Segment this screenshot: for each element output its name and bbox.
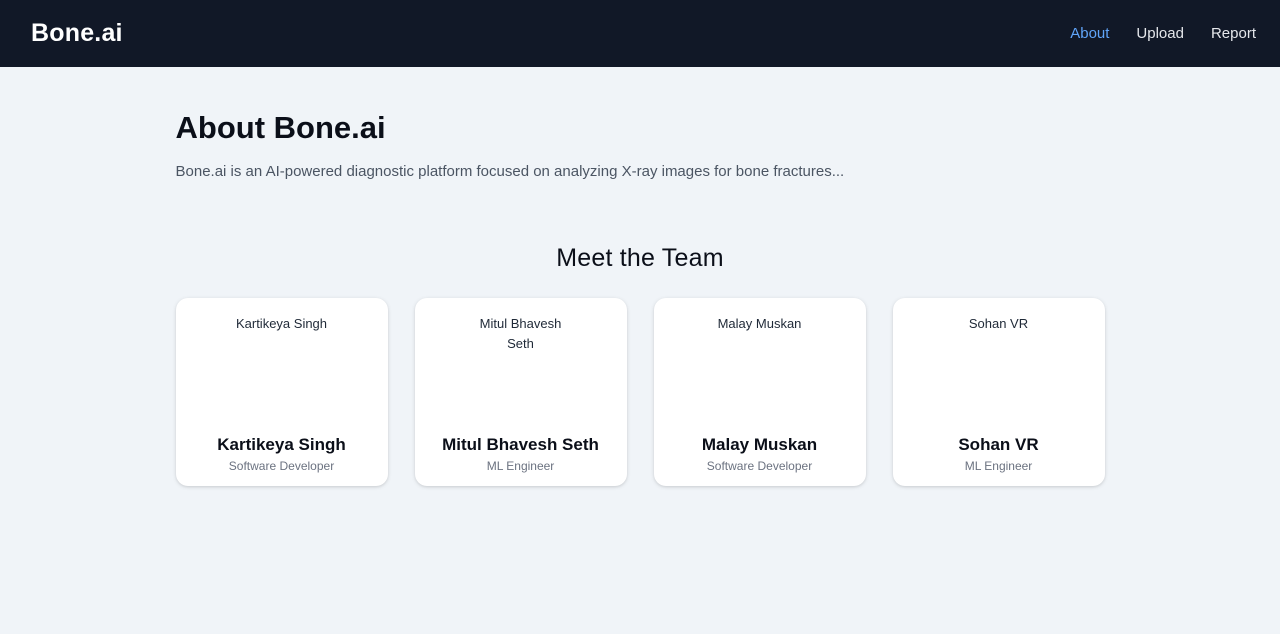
navbar: Bone.ai About Upload Report xyxy=(0,0,1280,67)
member-name: Sohan VR xyxy=(958,435,1039,455)
member-photo: Malay Muskan xyxy=(712,314,808,410)
member-photo-alt: Kartikeya Singh xyxy=(235,316,328,332)
member-name: Kartikeya Singh xyxy=(217,435,346,455)
team-member-card: Mitul Bhavesh Seth Mitul Bhavesh Seth ML… xyxy=(414,298,627,487)
brand-logo[interactable]: Bone.ai xyxy=(31,19,123,48)
main-content: About Bone.ai Bone.ai is an AI-powered d… xyxy=(175,67,1105,487)
nav-link-about[interactable]: About xyxy=(1070,25,1109,42)
member-photo-alt: Malay Muskan xyxy=(717,316,802,332)
team-member-card: Malay Muskan Malay Muskan Software Devel… xyxy=(653,298,866,487)
member-role: ML Engineer xyxy=(486,459,555,474)
page-title: About Bone.ai xyxy=(175,110,386,145)
member-photo: Sohan VR xyxy=(951,314,1047,410)
member-photo-alt: Mitul Bhavesh Seth xyxy=(479,316,562,352)
team-member-card: Kartikeya Singh Kartikeya Singh Software… xyxy=(175,298,388,487)
member-photo: Mitul Bhavesh Seth xyxy=(473,314,569,410)
member-photo-alt: Sohan VR xyxy=(968,316,1029,332)
nav-link-upload[interactable]: Upload xyxy=(1136,25,1184,42)
team-member-card: Sohan VR Sohan VR ML Engineer xyxy=(892,298,1105,487)
team-grid: Kartikeya Singh Kartikeya Singh Software… xyxy=(175,298,1105,487)
member-name: Mitul Bhavesh Seth xyxy=(442,435,599,455)
member-role: ML Engineer xyxy=(964,459,1033,474)
member-role: Software Developer xyxy=(228,459,335,474)
member-name: Malay Muskan xyxy=(701,435,818,455)
nav-links: About Upload Report xyxy=(1070,25,1256,42)
member-photo: Kartikeya Singh xyxy=(234,314,330,410)
page-description: Bone.ai is an AI-powered diagnostic plat… xyxy=(175,163,845,181)
nav-link-report[interactable]: Report xyxy=(1211,25,1256,42)
team-heading: Meet the Team xyxy=(556,244,724,273)
member-role: Software Developer xyxy=(706,459,813,474)
